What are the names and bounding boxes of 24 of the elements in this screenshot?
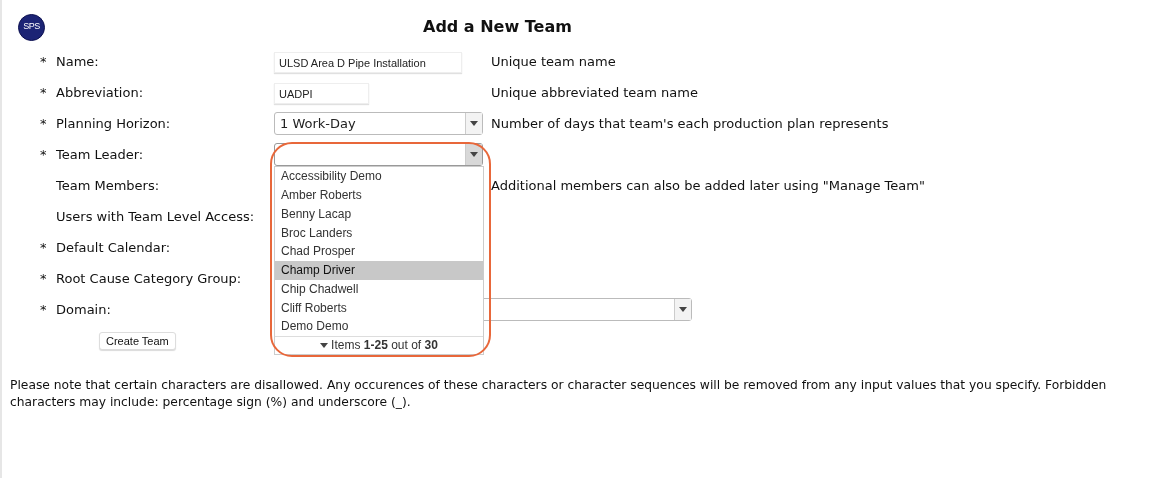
- field-hint: Unique team name: [491, 52, 616, 71]
- required-marker: *: [40, 146, 47, 162]
- field-label: Domain:: [56, 300, 112, 319]
- field-hint: Number of days that team's each production plan represents: [491, 114, 889, 133]
- required-marker: *: [40, 115, 47, 131]
- field-label: Users with Team Level Access:: [56, 207, 256, 226]
- required-marker: *: [40, 53, 47, 69]
- logo: SPS: [18, 13, 45, 41]
- required-marker: *: [40, 239, 47, 255]
- field-label: Default Calendar:: [56, 238, 172, 257]
- note-text: Please note that certain characters are disallowed. Any occurences of these characters or character sequences will be removed from any input values that you specify. Forbidden characters may include: percentage sign (%) and underscore (_).: [9, 377, 1108, 411]
- required-marker: *: [40, 301, 47, 317]
- field-hint: Unique abbreviated team name: [491, 83, 698, 102]
- field-label: Team Leader:: [56, 145, 145, 164]
- required-marker: *: [40, 84, 47, 100]
- field-hint: Additional members can also be added later using "Manage Team": [491, 176, 925, 195]
- field-label: Root Cause Category Group:: [56, 269, 243, 288]
- field-label: Team Members:: [56, 176, 161, 195]
- field-label: Planning Horizon:: [56, 114, 172, 133]
- required-marker: *: [40, 270, 47, 286]
- field-label: Name:: [56, 52, 100, 71]
- page-title: Add a New Team: [423, 16, 572, 38]
- field-label: Abbreviation:: [56, 83, 144, 102]
- pager-text: Items 1-25 out of 30: [331, 337, 438, 355]
